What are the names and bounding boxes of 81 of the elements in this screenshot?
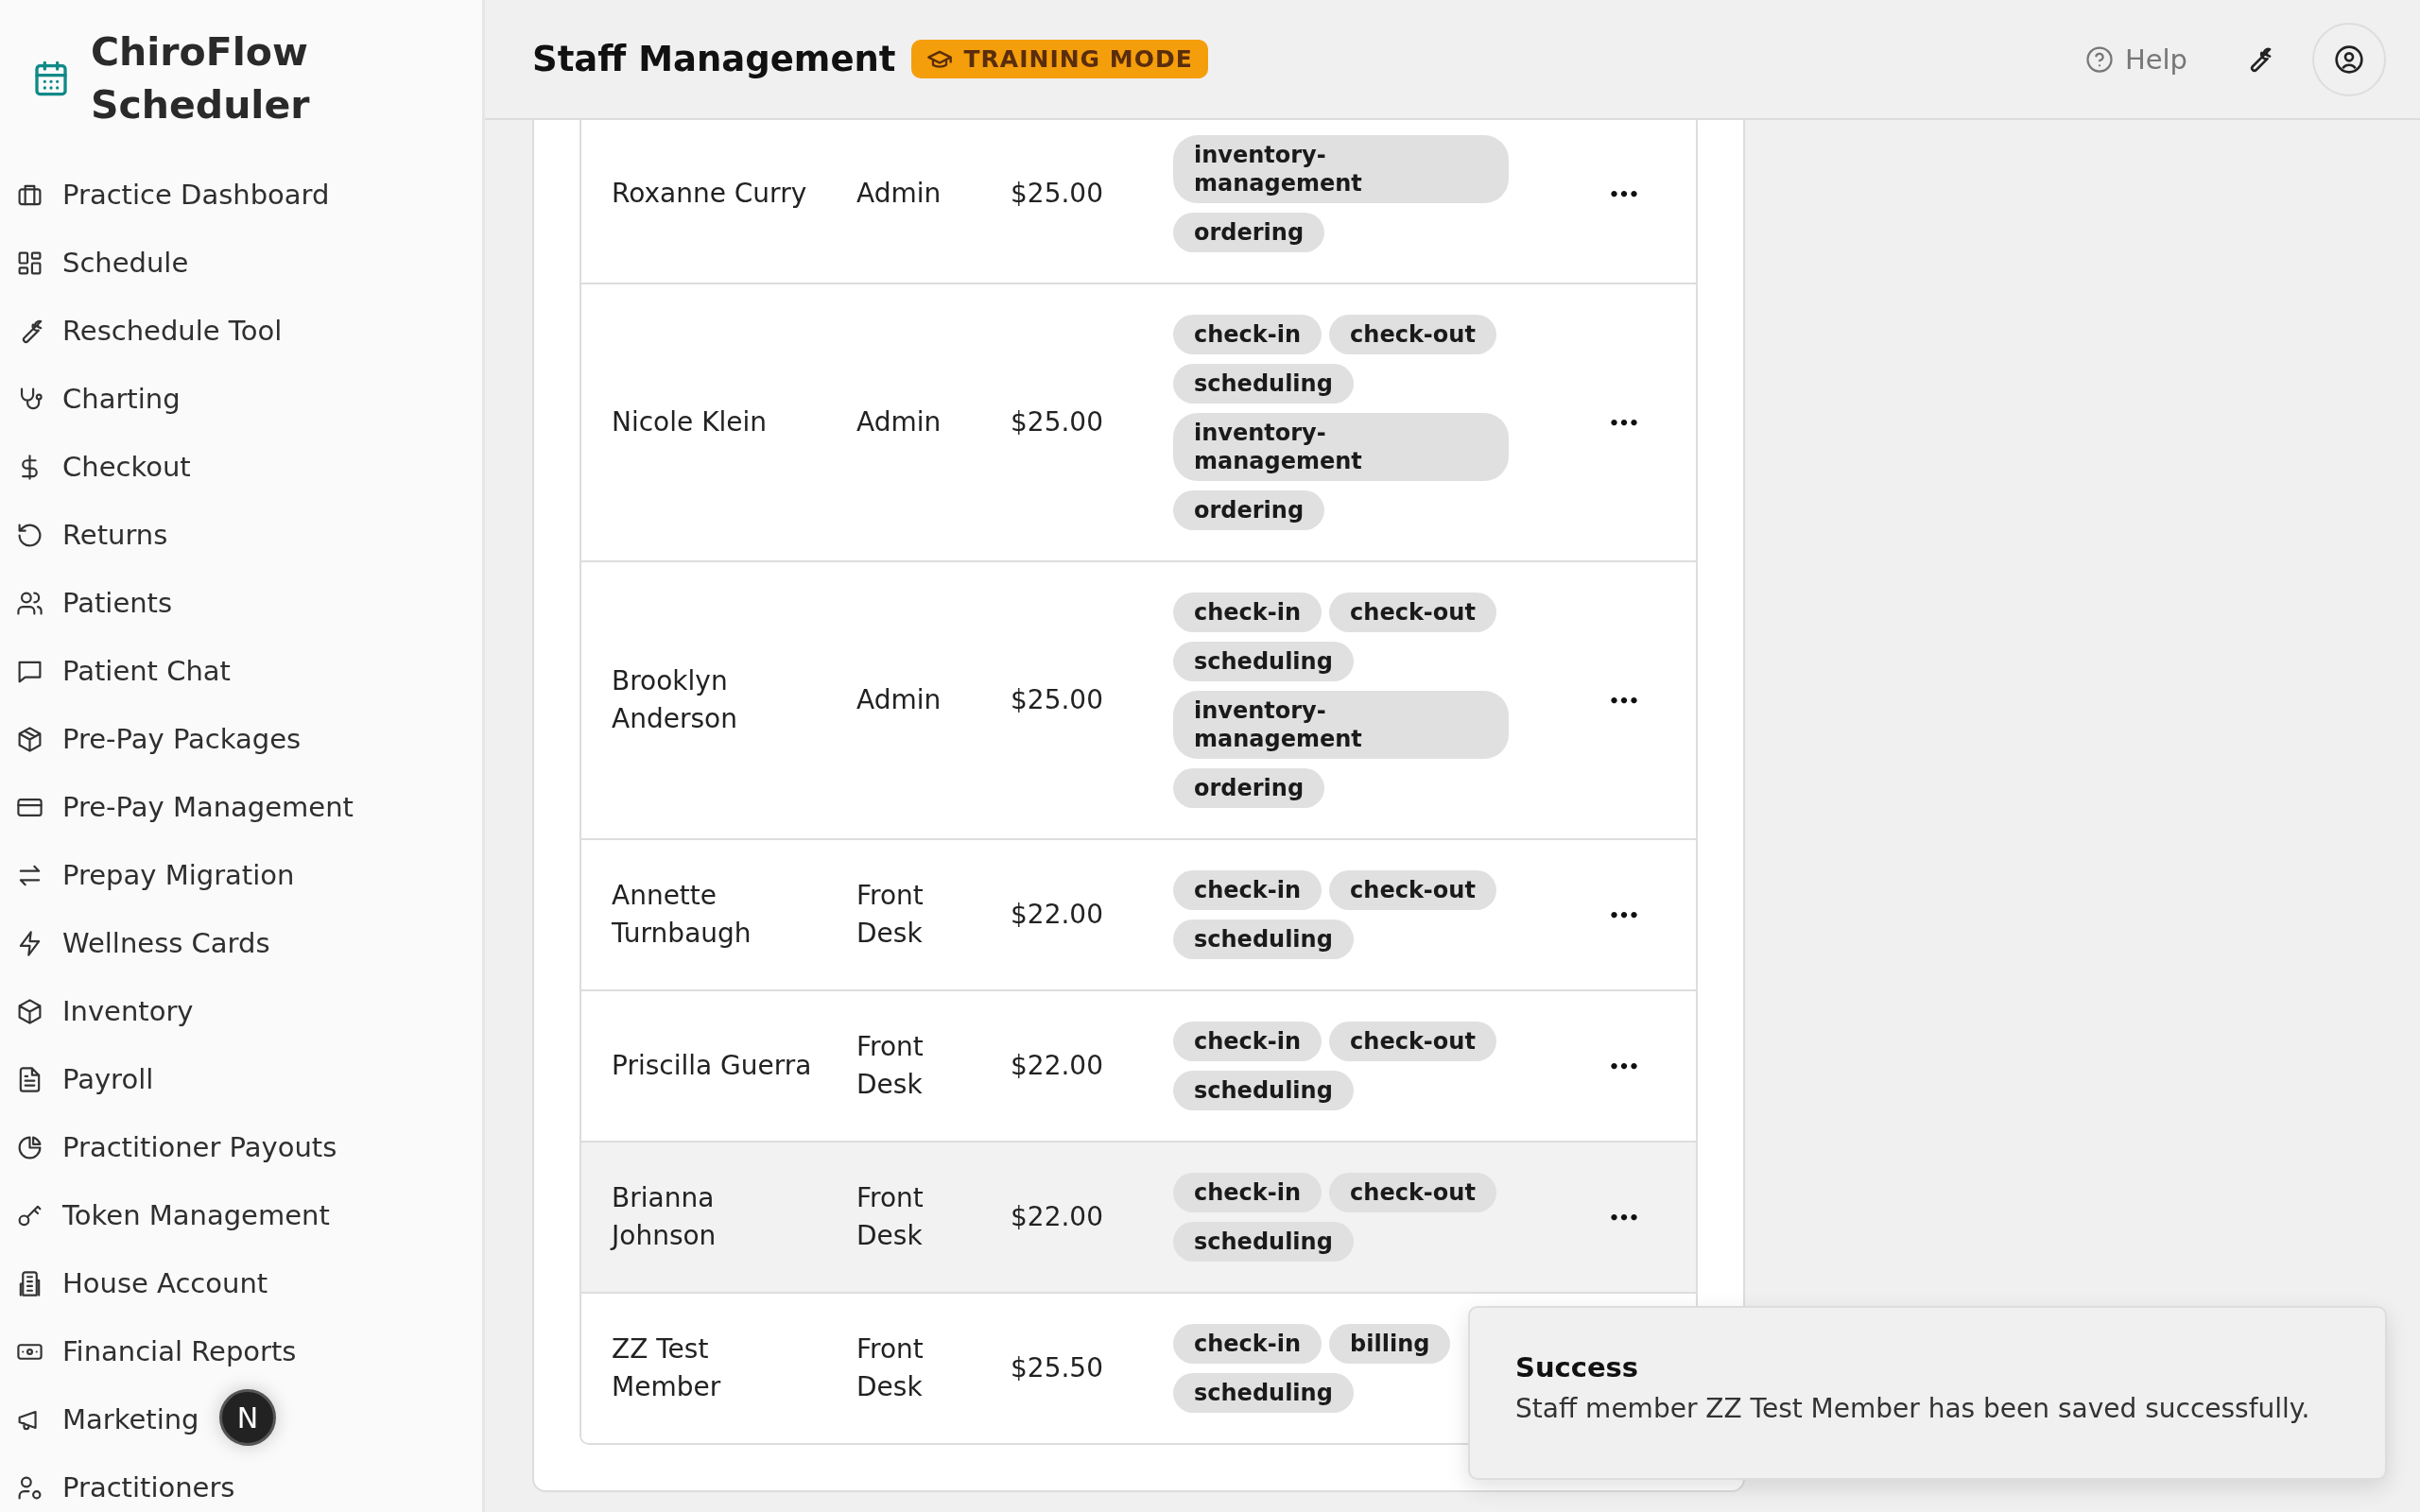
- hourly-rate: $25.00: [1011, 405, 1104, 439]
- nav-item[interactable]: Patient Chat: [0, 637, 231, 705]
- permission-tag: scheduling: [1173, 364, 1354, 404]
- staff-role: Admin: [856, 405, 942, 439]
- staff-role: Front Desk: [856, 1332, 925, 1404]
- permission-tag: check-out: [1329, 315, 1496, 354]
- more-actions-button[interactable]: •••: [1602, 406, 1645, 438]
- staff-name: Nicole Klein: [611, 405, 769, 439]
- training-mode-badge: TRAINING MODE: [910, 40, 1208, 78]
- nav-item[interactable]: Marketing: [0, 1385, 199, 1453]
- staff-role: Front Desk: [856, 1030, 925, 1102]
- package-icon: [16, 725, 43, 753]
- permission-tag: ordering: [1173, 490, 1325, 530]
- staff-name: Priscilla Guerra: [611, 1049, 813, 1083]
- nav-item[interactable]: Practitioner Payouts: [0, 1113, 337, 1181]
- app-title: ChiroFlow Scheduler: [91, 28, 311, 129]
- staff-name: Annette Turnbaugh: [611, 879, 752, 951]
- staff-role: Front Desk: [856, 879, 925, 951]
- permission-tag: check-in: [1173, 593, 1322, 632]
- more-actions-button[interactable]: •••: [1602, 899, 1645, 931]
- toast-message: Staff member ZZ Test Member has been saved successfully.: [1515, 1393, 2311, 1424]
- more-actions-button[interactable]: •••: [1602, 1201, 1645, 1233]
- permission-tag: ordering: [1173, 213, 1325, 252]
- help-icon: [2084, 44, 2114, 74]
- staff-role: Admin: [856, 683, 942, 717]
- nav-item[interactable]: Payroll: [0, 1045, 154, 1113]
- nav-item[interactable]: Financial Reports: [0, 1317, 297, 1385]
- hourly-rate: $22.00: [1011, 1200, 1104, 1234]
- more-actions-button[interactable]: •••: [1602, 1050, 1645, 1082]
- permission-tag: check-in: [1173, 315, 1322, 354]
- permission-tag: scheduling: [1173, 1222, 1354, 1262]
- permission-tag: check-in: [1173, 1022, 1322, 1061]
- hourly-rate: $22.00: [1011, 1049, 1104, 1083]
- permission-tag: inventory-management: [1173, 413, 1509, 481]
- permission-tag: check-out: [1329, 1022, 1496, 1061]
- nav-item[interactable]: House Account: [0, 1249, 268, 1317]
- nav-item[interactable]: Inventory: [0, 977, 194, 1045]
- staff-role: Admin: [856, 177, 942, 211]
- user-circle-icon: [2334, 43, 2364, 75]
- permission-tag: scheduling: [1173, 1071, 1354, 1110]
- permission-tag: check-out: [1329, 1173, 1496, 1212]
- nav-item[interactable]: Patients: [0, 569, 173, 637]
- more-actions-button[interactable]: •••: [1602, 684, 1645, 716]
- permission-tag: inventory-management: [1173, 135, 1509, 203]
- hourly-rate: $25.50: [1011, 1351, 1104, 1385]
- permission-tag: billing: [1329, 1324, 1451, 1364]
- more-actions-button[interactable]: •••: [1602, 178, 1645, 210]
- permission-tag: check-in: [1173, 1173, 1322, 1212]
- staff-name: Brianna Johnson: [609, 1181, 717, 1253]
- nav-item[interactable]: Prepay Migration: [0, 841, 295, 909]
- nav-item[interactable]: Charting: [0, 365, 181, 433]
- help-button[interactable]: Help: [2077, 35, 2195, 83]
- permission-tag: scheduling: [1173, 919, 1354, 959]
- nav-item[interactable]: Practitioners: [0, 1453, 235, 1512]
- staff-name: Brooklyn Anderson: [611, 664, 738, 736]
- permission-tag: check-out: [1329, 870, 1496, 910]
- permission-tag: check-in: [1173, 1324, 1322, 1364]
- nav-item[interactable]: Schedule: [0, 229, 189, 297]
- hourly-rate: $22.00: [1011, 898, 1104, 932]
- permission-tag: check-in: [1173, 870, 1322, 910]
- nav-item[interactable]: Returns: [0, 501, 168, 569]
- staff-role: Front Desk: [856, 1181, 925, 1253]
- nav-item[interactable]: Reschedule Tool: [0, 297, 283, 365]
- nav-item[interactable]: Practice Dashboard: [0, 161, 330, 229]
- staff-name: ZZ Test Member: [611, 1332, 722, 1404]
- permission-tag: ordering: [1173, 768, 1325, 808]
- box-icon: [16, 997, 43, 1025]
- nav-item[interactable]: Token Management: [0, 1181, 330, 1249]
- permission-tag: check-out: [1329, 593, 1496, 632]
- hourly-rate: $25.00: [1011, 683, 1104, 717]
- nav-item[interactable]: Pre-Pay Packages: [0, 705, 302, 773]
- page-title: Staff Management: [532, 39, 896, 79]
- hourly-rate: $25.00: [1011, 177, 1104, 211]
- nav-item[interactable]: Checkout: [0, 433, 191, 501]
- toast-title: Success: [1515, 1351, 1640, 1383]
- staff-name: Roxanne Curry: [611, 177, 808, 211]
- nav-item[interactable]: Pre-Pay Management: [0, 773, 354, 841]
- permission-tag: scheduling: [1173, 642, 1354, 681]
- permission-tag: inventory-management: [1173, 691, 1509, 759]
- permission-tag: scheduling: [1173, 1373, 1354, 1413]
- nav-item[interactable]: Wellness Cards: [0, 909, 270, 977]
